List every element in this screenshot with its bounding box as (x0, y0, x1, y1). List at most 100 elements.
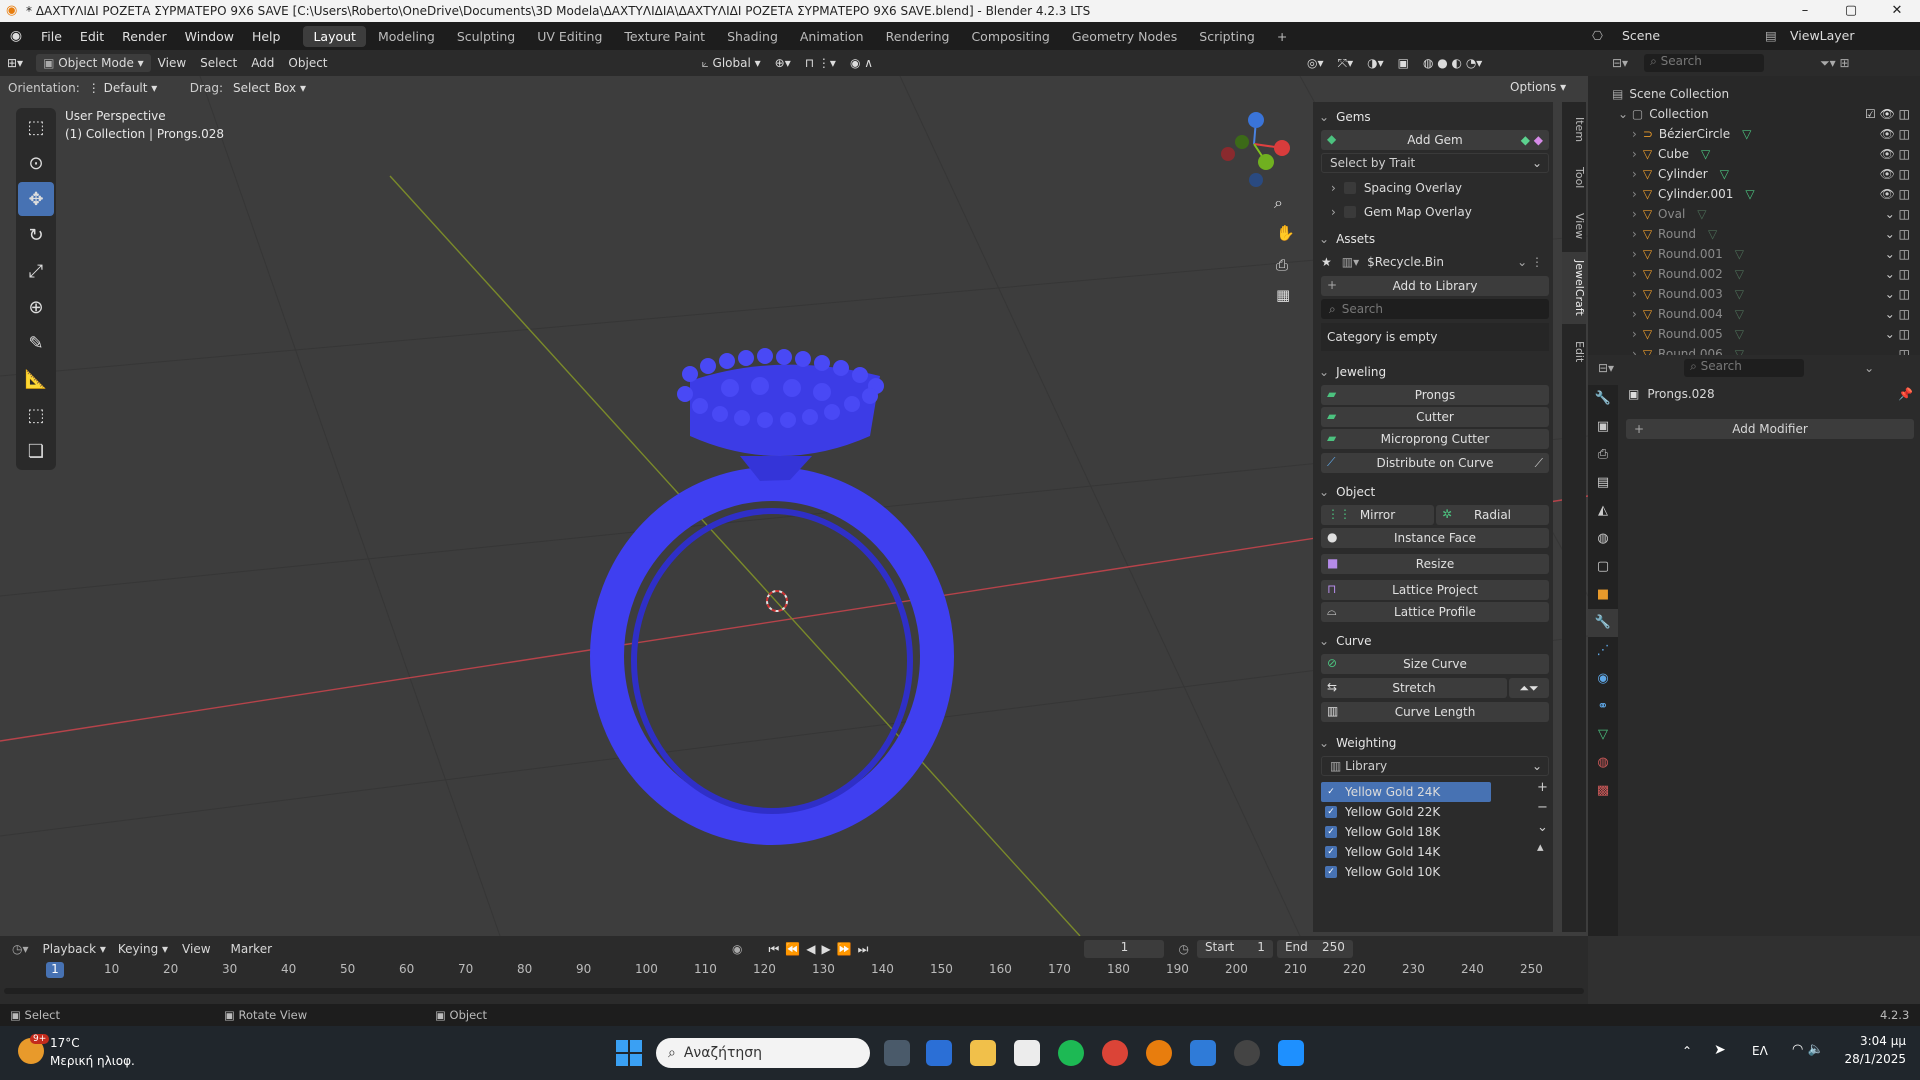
visibility-toggle-icon[interactable]: ⌄ ◫ (1885, 267, 1910, 281)
add-modifier-button[interactable]: + Add Modifier (1626, 419, 1914, 439)
timeline-editor-icon[interactable]: ◷▾ (12, 942, 29, 956)
outliner-item[interactable]: › ⊃ BézierCircle ▽ 👁 ◫ (1588, 124, 1920, 144)
blender-taskbar-icon[interactable] (1146, 1040, 1172, 1066)
expand-icon[interactable]: › (1632, 247, 1637, 261)
outliner-item[interactable]: › ▽ Round.003 ▽ ⌄ ◫ (1588, 284, 1920, 304)
radial-button[interactable]: ✲ Radial (1436, 505, 1549, 525)
lattice-project-button[interactable]: ⊓ Lattice Project (1321, 580, 1549, 600)
playback-controls-icon[interactable]: ⏮⏪◀▶⏩⏭ (769, 942, 875, 957)
menu-window[interactable]: Window (176, 29, 243, 44)
clock-time[interactable]: 3:04 μμ (1840, 1034, 1906, 1048)
tab-shading[interactable]: Shading (717, 26, 788, 47)
task-view-icon[interactable] (884, 1040, 910, 1066)
output-tab-icon[interactable]: ⎙ (1588, 441, 1618, 469)
outliner-item[interactable]: › ▽ Round ▽ ⌄ ◫ (1588, 224, 1920, 244)
scale-tool-icon[interactable]: ⤢ (18, 254, 54, 288)
add-to-library-button[interactable]: + Add to Library (1321, 276, 1549, 296)
timeline-view-menu[interactable]: View (182, 942, 210, 956)
prongs-button[interactable]: ▰ Prongs (1321, 385, 1549, 405)
tray-chevron-icon[interactable]: ⌃ (1682, 1044, 1692, 1058)
visibility-toggle-icon[interactable]: 👁 ◫ (1880, 147, 1910, 161)
list-controls[interactable]: + − ⌄ ▴ (1537, 778, 1548, 858)
add-primitive-tool-icon[interactable]: ❏ (18, 434, 54, 468)
outliner-item[interactable]: › ▽ Round.001 ▽ ⌄ ◫ (1588, 244, 1920, 264)
file-explorer-icon[interactable] (970, 1040, 996, 1066)
outliner-item[interactable]: › ▽ Round.005 ▽ ⌄ ◫ (1588, 324, 1920, 344)
distribute-on-curve-button[interactable]: ⟋ Distribute on Curve ⟋ (1321, 453, 1549, 473)
visibility-icon[interactable]: ◎▾ (1300, 54, 1331, 72)
visibility-toggle-icon[interactable]: ⌄ ◫ (1885, 307, 1910, 321)
view-layer-tab-icon[interactable]: ▤ (1588, 469, 1618, 497)
weighting-library-dropdown[interactable]: ▥ Library ⌄ (1321, 756, 1549, 776)
add-workspace-icon[interactable]: + (1267, 26, 1297, 47)
outliner-item[interactable]: › ▽ Cube ▽ 👁 ◫ (1588, 144, 1920, 164)
expand-icon[interactable]: › (1632, 187, 1637, 201)
snap-icon[interactable]: ⊓ ⋮▾ (798, 54, 843, 72)
collection-row[interactable]: ⌄ ▢ Collection ☑ 👁 ◫ (1588, 104, 1920, 124)
orientation-dropdown[interactable]: ⋮ Default ▾ (88, 81, 180, 95)
section-object[interactable]: Object (1313, 481, 1553, 503)
tab-view[interactable]: View (1562, 206, 1586, 246)
expand-icon[interactable]: › (1632, 287, 1637, 301)
grid-view-icon[interactable]: ▦ (1276, 286, 1290, 304)
menu-file[interactable]: File (32, 29, 71, 44)
gem-map-overlay-toggle[interactable]: › Gem Map Overlay (1313, 200, 1553, 224)
xray-icon[interactable]: ▣ (1391, 54, 1416, 72)
list-item[interactable]: ✓ Yellow Gold 14K (1321, 842, 1549, 862)
measure-tool-icon[interactable]: 📐 (18, 362, 54, 396)
menu-view[interactable]: View (151, 54, 193, 72)
particles-tab-icon[interactable]: ⋰ (1588, 637, 1618, 665)
playhead[interactable]: 1 (46, 962, 64, 978)
wifi-volume-icon[interactable]: ◠ 🔈 (1792, 1042, 1824, 1057)
annotate-tool-icon[interactable]: ✎ (18, 326, 54, 360)
scene-icon[interactable]: ⎔ (1592, 28, 1603, 43)
tab-animation[interactable]: Animation (790, 26, 874, 47)
list-item[interactable]: ✓ Yellow Gold 18K (1321, 822, 1549, 842)
select-box-tool-icon[interactable]: ⬚ (18, 110, 54, 144)
tab-sculpting[interactable]: Sculpting (447, 26, 525, 47)
playback-menu[interactable]: Playback ▾ (43, 942, 106, 956)
ring-model[interactable] (590, 348, 954, 845)
tool-tab-icon[interactable]: 🔧 (1588, 385, 1618, 413)
tab-tool[interactable]: Tool (1562, 158, 1586, 198)
library-icon[interactable]: ▥▾ (1342, 255, 1359, 269)
move-tool-icon[interactable]: ✥ (18, 182, 54, 216)
menu-object[interactable]: Object (281, 54, 334, 72)
chrome-icon[interactable] (1102, 1040, 1128, 1066)
calendar-icon[interactable] (1014, 1040, 1040, 1066)
navigation-gizmo[interactable] (1221, 112, 1290, 187)
outliner-item[interactable]: › ▽ Round.004 ▽ ⌄ ◫ (1588, 304, 1920, 324)
section-curve[interactable]: Curve (1313, 630, 1553, 652)
app-square-icon[interactable] (1278, 1040, 1304, 1066)
expand-icon[interactable]: › (1632, 327, 1637, 341)
tab-uv-editing[interactable]: UV Editing (527, 26, 612, 47)
curve-length-button[interactable]: ▥ Curve Length (1321, 702, 1549, 722)
tab-modeling[interactable]: Modeling (368, 26, 445, 47)
app-circle-icon[interactable] (1234, 1040, 1260, 1066)
auto-keying-icon[interactable]: ◉ (732, 942, 742, 956)
transform-orientation-dropdown[interactable]: ⟀ Global ▾ (695, 54, 768, 73)
expand-icon[interactable]: › (1632, 227, 1637, 241)
editor-type-icon[interactable]: ⊞▾ (0, 54, 30, 72)
outliner-item[interactable]: › ▽ Cylinder ▽ 👁 ◫ (1588, 164, 1920, 184)
overlay-toggle-icon[interactable]: ◑▾ (1360, 54, 1391, 72)
marker-menu[interactable]: Marker (231, 942, 272, 956)
expand-icon[interactable]: › (1632, 207, 1637, 221)
menu-render[interactable]: Render (113, 29, 176, 44)
spacing-overlay-checkbox[interactable] (1343, 182, 1356, 194)
drag-dropdown[interactable]: Select Box ▾ (233, 81, 306, 95)
expand-icon[interactable]: › (1632, 167, 1637, 181)
start-icon[interactable] (616, 1040, 642, 1066)
visibility-toggle-icon[interactable]: ⌄ ◫ (1885, 207, 1910, 221)
visibility-toggle-icon[interactable]: ⌄ ◫ (1885, 327, 1910, 341)
start-frame-field[interactable]: Start 1 (1196, 940, 1273, 958)
mirror-button[interactable]: ⋮⋮ Mirror (1321, 505, 1434, 525)
outliner-search-input[interactable]: ⌕ Search (1644, 54, 1765, 72)
expand-icon[interactable]: › (1632, 147, 1637, 161)
tab-jewelcraft[interactable]: JewelCraft (1562, 252, 1586, 324)
list-item[interactable]: ✓ Yellow Gold 24K (1321, 782, 1491, 802)
tab-layout[interactable]: Layout (303, 25, 366, 47)
end-frame-field[interactable]: End 250 (1276, 940, 1353, 958)
size-curve-button[interactable]: ⊘ Size Curve (1321, 654, 1549, 674)
cursor-tool-icon[interactable]: ⊙ (18, 146, 54, 180)
